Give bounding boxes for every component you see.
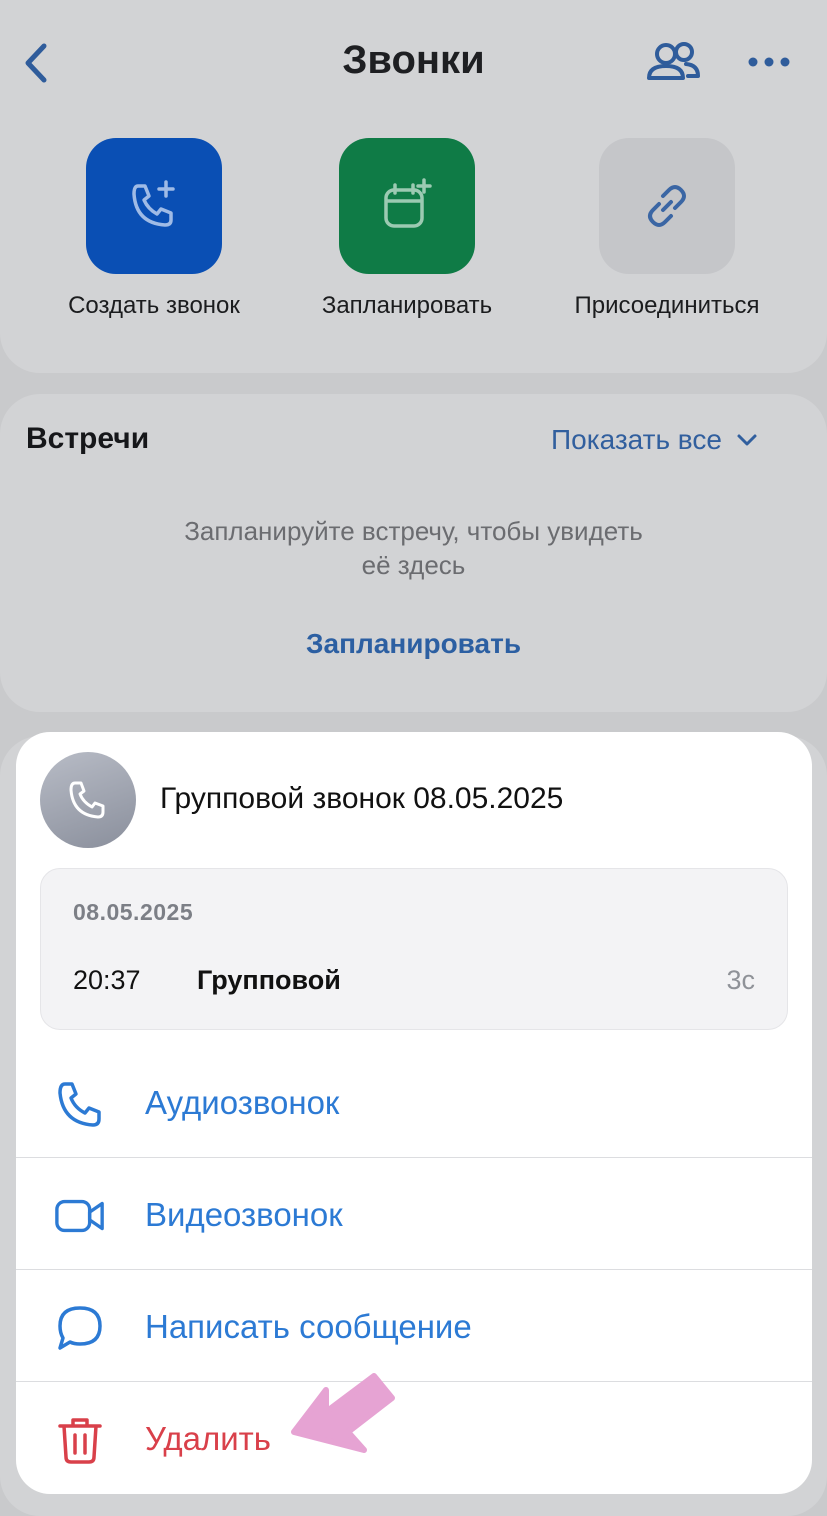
empty-text-line-1: Запланируйте встречу, чтобы увидеть <box>184 516 643 546</box>
schedule-meeting-link[interactable]: Запланировать <box>0 628 827 660</box>
video-call-item[interactable]: Видеозвонок <box>16 1160 812 1270</box>
phone-plus-icon <box>132 180 175 227</box>
video-camera-icon <box>54 1190 106 1242</box>
schedule-action[interactable]: Запланировать <box>297 138 517 320</box>
people-icon <box>647 42 700 80</box>
message-bubble-icon <box>54 1302 106 1354</box>
header: Звонки <box>0 0 827 120</box>
pointer-arrow-icon <box>291 1373 395 1453</box>
schedule-label: Запланировать <box>321 292 493 319</box>
audio-call-item[interactable]: Аудиозвонок <box>16 1048 812 1158</box>
avatar <box>40 752 136 848</box>
more-button[interactable] <box>744 44 794 80</box>
divider <box>16 1269 812 1270</box>
create-call-tile[interactable] <box>86 138 222 274</box>
empty-text-line-2: её здесь <box>361 550 466 580</box>
more-dots-icon <box>748 57 790 67</box>
send-message-label: Написать сообщение <box>145 1308 472 1345</box>
page-title: Звонки <box>342 38 485 82</box>
call-duration: 3с <box>726 965 755 995</box>
join-label: Присоединиться <box>574 292 760 319</box>
schedule-tile[interactable] <box>339 138 475 274</box>
top-actions-card: Звонки Создать звонок Запланировать Прис… <box>0 0 827 373</box>
join-tile[interactable] <box>599 138 735 274</box>
create-call-action[interactable]: Создать звонок <box>44 138 264 320</box>
divider <box>16 1157 812 1158</box>
meetings-title: Встречи <box>26 422 150 455</box>
call-name: Групповой звонок 08.05.2025 <box>160 782 564 815</box>
create-call-label: Создать звонок <box>68 292 240 319</box>
show-all-button[interactable]: Показать все <box>551 424 758 456</box>
chevron-down-icon <box>737 434 757 446</box>
phone-icon <box>69 781 105 819</box>
phone-icon <box>54 1078 106 1130</box>
link-icon <box>648 185 686 227</box>
join-action[interactable]: Присоединиться <box>557 138 777 320</box>
delete-label: Удалить <box>145 1420 271 1457</box>
trash-icon <box>54 1414 106 1466</box>
audio-call-label: Аудиозвонок <box>145 1084 340 1121</box>
video-call-label: Видеозвонок <box>145 1196 343 1233</box>
calendar-plus-icon <box>384 178 432 228</box>
call-date: 08.05.2025 <box>73 899 194 925</box>
meetings-empty-text: Запланируйте встречу, чтобы увидеть её з… <box>0 514 827 582</box>
call-info-box: 08.05.2025 20:37 Групповой 3с <box>40 868 788 1030</box>
call-type: Групповой <box>197 965 341 995</box>
call-time: 20:37 <box>73 965 141 995</box>
show-all-label: Показать все <box>551 424 722 455</box>
meetings-card: Встречи Показать все Запланируйте встреч… <box>0 394 827 712</box>
contacts-button[interactable] <box>644 38 702 88</box>
